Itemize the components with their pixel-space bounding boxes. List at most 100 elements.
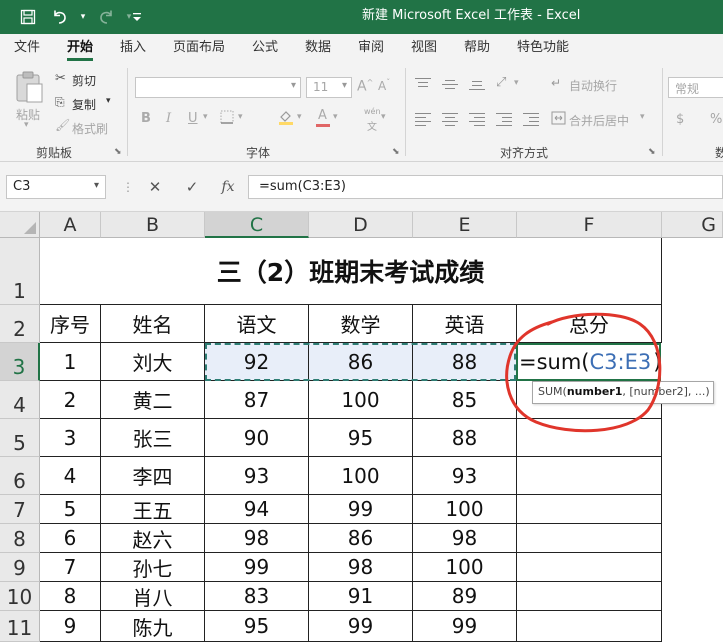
cell-chinese-row-8[interactable]: 98 bbox=[205, 524, 309, 553]
cell-english-row-3[interactable]: 88 bbox=[413, 343, 517, 381]
decrease-font-icon[interactable]: Aˇ bbox=[378, 78, 390, 93]
sheet-title-cell[interactable]: 三（2）班期末考试成绩 bbox=[40, 238, 662, 305]
cell-chinese-row-5[interactable]: 90 bbox=[205, 419, 309, 457]
save-icon[interactable] bbox=[14, 0, 42, 34]
underline-dropdown-icon[interactable]: ▾ bbox=[203, 112, 208, 122]
tab-data[interactable]: 数据 bbox=[305, 34, 331, 62]
increase-indent-icon[interactable] bbox=[523, 112, 539, 126]
paste-icon[interactable] bbox=[12, 70, 46, 104]
cell-math-row-5[interactable]: 95 bbox=[309, 419, 413, 457]
row-header-7[interactable]: 7 bbox=[0, 495, 40, 524]
row-header-5[interactable]: 5 bbox=[0, 419, 40, 457]
align-top-icon[interactable] bbox=[415, 77, 431, 91]
cell-total-row-7[interactable] bbox=[517, 495, 662, 524]
merge-center-button[interactable]: 合并后居中 bbox=[569, 112, 629, 129]
header-cell-english[interactable]: 英语 bbox=[413, 305, 517, 343]
align-bottom-icon[interactable] bbox=[469, 77, 485, 91]
cell-english-row-11[interactable]: 99 bbox=[413, 611, 517, 642]
cell-total-row-6[interactable] bbox=[517, 457, 662, 495]
font-color-dropdown-icon[interactable]: ▾ bbox=[333, 112, 338, 122]
cell-total-row-5[interactable] bbox=[517, 419, 662, 457]
cancel-button[interactable]: ✕ bbox=[140, 174, 170, 200]
redo-icon[interactable] bbox=[92, 0, 120, 34]
bold-button[interactable]: B bbox=[141, 111, 151, 126]
header-cell-total[interactable]: 总分 bbox=[517, 305, 662, 343]
tab-help[interactable]: 帮助 bbox=[464, 34, 490, 62]
decrease-indent-icon[interactable] bbox=[496, 112, 512, 126]
font-name-dropdown[interactable]: ▾ bbox=[135, 77, 301, 98]
cell-english-row-4[interactable]: 85 bbox=[413, 381, 517, 419]
align-center-icon[interactable] bbox=[442, 112, 458, 126]
cell-seq-row-3[interactable]: 1 bbox=[40, 343, 101, 381]
undo-icon[interactable] bbox=[46, 0, 74, 34]
cell-english-row-5[interactable]: 88 bbox=[413, 419, 517, 457]
row-header-6[interactable]: 6 bbox=[0, 457, 40, 495]
phonetic-icon[interactable]: wén bbox=[364, 107, 381, 116]
increase-font-icon[interactable]: A^ bbox=[357, 78, 373, 95]
cell-name-row-9[interactable]: 孙七 bbox=[101, 553, 205, 582]
cell-total-row-9[interactable] bbox=[517, 553, 662, 582]
align-right-icon[interactable] bbox=[469, 112, 485, 126]
cell-name-row-11[interactable]: 陈九 bbox=[101, 611, 205, 642]
header-cell-math[interactable]: 数学 bbox=[309, 305, 413, 343]
tab-insert[interactable]: 插入 bbox=[120, 34, 146, 62]
copy-dropdown-icon[interactable]: ▾ bbox=[106, 96, 111, 106]
cell-math-row-6[interactable]: 100 bbox=[309, 457, 413, 495]
cell-math-row-9[interactable]: 98 bbox=[309, 553, 413, 582]
cell-seq-row-4[interactable]: 2 bbox=[40, 381, 101, 419]
tooltip-function-name[interactable]: SUM( bbox=[538, 385, 567, 398]
cell-seq-row-11[interactable]: 9 bbox=[40, 611, 101, 642]
formula-edit-cell[interactable]: =sum(C3:E3) bbox=[516, 343, 661, 381]
tab-view[interactable]: 视图 bbox=[411, 34, 437, 62]
cell-math-row-4[interactable]: 100 bbox=[309, 381, 413, 419]
cell-english-row-8[interactable]: 98 bbox=[413, 524, 517, 553]
formula-input[interactable]: =sum(C3:E3) bbox=[248, 175, 723, 199]
cell-total-row-11[interactable] bbox=[517, 611, 662, 642]
align-middle-icon[interactable] bbox=[442, 77, 458, 91]
column-header-d[interactable]: D bbox=[309, 212, 413, 238]
row-header-4[interactable]: 4 bbox=[0, 381, 40, 419]
column-header-f[interactable]: F bbox=[517, 212, 662, 238]
cell-total-row-8[interactable] bbox=[517, 524, 662, 553]
cell-math-row-3[interactable]: 86 bbox=[309, 343, 413, 381]
fill-color-icon[interactable] bbox=[278, 109, 294, 129]
cell-name-row-4[interactable]: 黄二 bbox=[101, 381, 205, 419]
align-left-icon[interactable] bbox=[415, 112, 431, 126]
cell-seq-row-8[interactable]: 6 bbox=[40, 524, 101, 553]
underline-button[interactable]: U bbox=[188, 111, 198, 126]
cell-name-row-3[interactable]: 刘大 bbox=[101, 343, 205, 381]
cell-chinese-row-9[interactable]: 99 bbox=[205, 553, 309, 582]
alignment-launcher-icon[interactable]: ⬊ bbox=[648, 147, 656, 157]
cell-seq-row-6[interactable]: 4 bbox=[40, 457, 101, 495]
copy-button[interactable]: 复制 bbox=[72, 96, 96, 113]
cell-name-row-5[interactable]: 张三 bbox=[101, 419, 205, 457]
function-tooltip[interactable]: SUM(number1, [number2], ...) bbox=[532, 381, 714, 404]
cell-total-row-10[interactable] bbox=[517, 582, 662, 611]
cell-seq-row-7[interactable]: 5 bbox=[40, 495, 101, 524]
font-size-dropdown[interactable]: 11 ▾ bbox=[306, 77, 352, 98]
cell-seq-row-5[interactable]: 3 bbox=[40, 419, 101, 457]
percent-icon[interactable]: % bbox=[710, 112, 722, 127]
row-header-8[interactable]: 8 bbox=[0, 524, 40, 553]
merge-dropdown-icon[interactable]: ▾ bbox=[640, 112, 645, 122]
name-box[interactable]: C3 ▾ bbox=[6, 175, 106, 199]
cell-name-row-8[interactable]: 赵六 bbox=[101, 524, 205, 553]
enter-button[interactable]: ✓ bbox=[177, 174, 207, 200]
tab-home[interactable]: 开始 bbox=[67, 34, 94, 62]
column-header-a[interactable]: A bbox=[40, 212, 101, 238]
font-launcher-icon[interactable]: ⬊ bbox=[392, 147, 400, 157]
paste-dropdown-icon[interactable]: ▾ bbox=[24, 120, 29, 130]
cell-seq-row-9[interactable]: 7 bbox=[40, 553, 101, 582]
phonetic-dropdown-icon[interactable]: ▾ bbox=[381, 112, 386, 122]
cell-english-row-9[interactable]: 100 bbox=[413, 553, 517, 582]
header-cell-name[interactable]: 姓名 bbox=[101, 305, 205, 343]
orientation-icon[interactable]: ⤢ bbox=[496, 75, 506, 90]
cell-math-row-11[interactable]: 99 bbox=[309, 611, 413, 642]
row-header-2[interactable]: 2 bbox=[0, 305, 40, 343]
select-all-button[interactable] bbox=[0, 212, 40, 238]
header-cell-chinese[interactable]: 语文 bbox=[205, 305, 309, 343]
row-header-3[interactable]: 3 bbox=[0, 343, 40, 381]
row-header-1[interactable]: 1 bbox=[0, 238, 40, 305]
clipboard-launcher-icon[interactable]: ⬊ bbox=[114, 147, 122, 157]
cell-chinese-row-10[interactable]: 83 bbox=[205, 582, 309, 611]
